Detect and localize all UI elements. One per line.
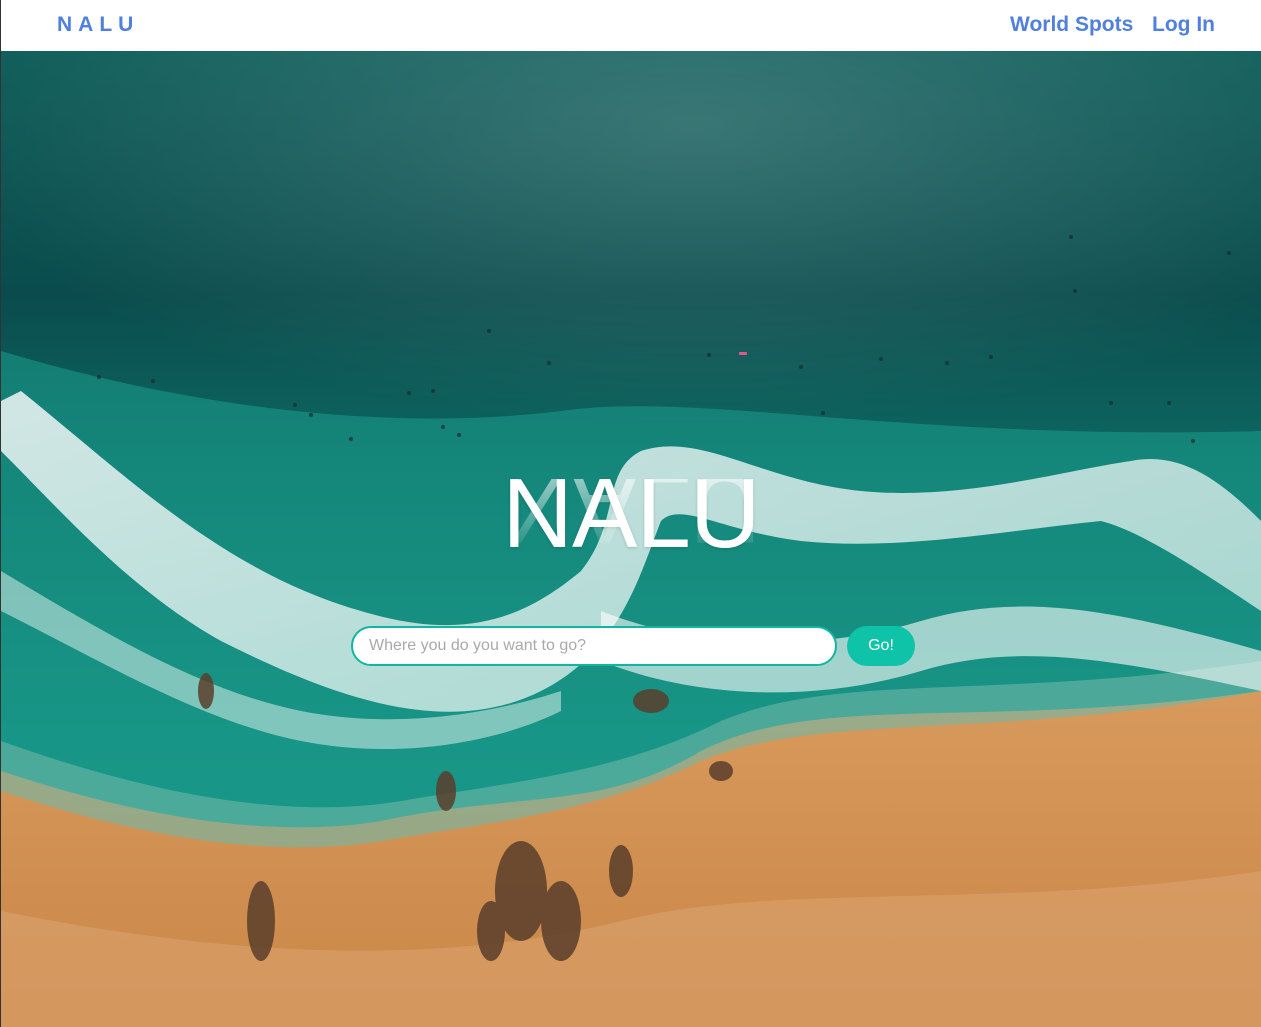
nav-link-log-in[interactable]: Log In bbox=[1152, 13, 1215, 37]
search-form: Go! bbox=[351, 626, 917, 666]
page: NALU World Spots Log In NALU NALU Where … bbox=[0, 0, 1261, 1027]
hero-section: NALU NALU Go! bbox=[1, 51, 1261, 1027]
nav-link-world-spots[interactable]: World Spots bbox=[1010, 13, 1133, 37]
hero-title: NALU bbox=[502, 458, 760, 568]
destination-search-input[interactable] bbox=[351, 626, 837, 666]
navbar: NALU World Spots Log In bbox=[1, 0, 1261, 51]
go-button[interactable]: Go! bbox=[847, 626, 915, 666]
brand-logo-link[interactable]: NALU bbox=[57, 13, 139, 37]
